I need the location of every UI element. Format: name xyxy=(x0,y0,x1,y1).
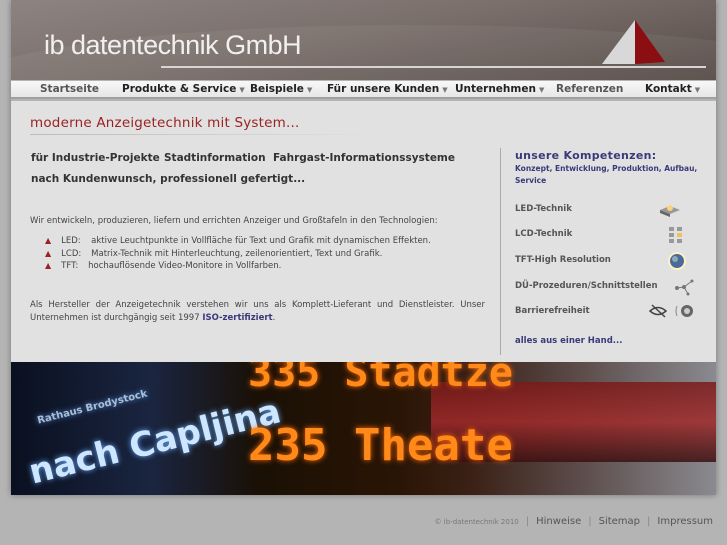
logo-text[interactable]: ib datentechnik GmbH xyxy=(44,30,302,61)
nav-label: Unternehmen xyxy=(455,83,536,95)
banner-blue-text: nach Capljina xyxy=(24,391,285,493)
iso-link[interactable]: ISO-zertifiziert xyxy=(202,313,272,323)
tech-label: TFT: xyxy=(61,261,79,271)
nav-label: Für unsere Kunden xyxy=(327,83,440,95)
sidebar-title: unsere Kompetenzen: xyxy=(515,149,657,162)
chevron-down-icon: ▼ xyxy=(694,86,701,94)
tft-globe-icon[interactable] xyxy=(666,252,688,270)
sidebar-item-interfaces[interactable]: DÜ-Prozeduren/Schnittstellen xyxy=(515,281,658,291)
footer-link-impressum[interactable]: Impressum xyxy=(657,516,713,527)
header-line xyxy=(161,66,706,68)
separator: | xyxy=(588,516,592,527)
network-icon[interactable] xyxy=(674,278,696,296)
nav-beispiele[interactable]: Beispiele ▼ xyxy=(250,83,312,95)
sidebar-divider xyxy=(500,148,501,355)
bullet-triangle-icon: ▲ xyxy=(45,249,52,258)
banner-led-line2: 235 Theate xyxy=(248,420,513,471)
lcd-matrix-icon[interactable] xyxy=(667,226,689,244)
nav-referenzen[interactable]: Referenzen xyxy=(556,83,623,95)
tech-text: Matrix-Technik mit Hinterleuchtung, zeil… xyxy=(91,249,383,259)
accessibility-icon[interactable] xyxy=(649,302,695,320)
nav-startseite[interactable]: Startseite xyxy=(40,83,99,95)
banner-blue-small: Rathaus Brodystock xyxy=(36,388,149,427)
nav-kontakt[interactable]: Kontakt ▼ xyxy=(645,83,700,95)
sidebar-item-led[interactable]: LED-Technik xyxy=(515,204,572,214)
nav-label: Startseite xyxy=(40,83,99,95)
logo-triangle-icon xyxy=(602,20,665,64)
chevron-down-icon: ▼ xyxy=(306,86,313,94)
outro-end: . xyxy=(272,313,276,323)
banner-image: nach Capljina Rathaus Brodystock 335 Sta… xyxy=(11,362,716,495)
main-content: moderne Anzeigetechnik mit System... für… xyxy=(11,101,716,362)
nav-unternehmen[interactable]: Unternehmen ▼ xyxy=(455,83,544,95)
nav-produkte[interactable]: Produkte & Service ▼ xyxy=(122,83,245,95)
sidebar-item-tft[interactable]: TFT-High Resolution xyxy=(515,255,611,265)
separator: | xyxy=(647,516,651,527)
page-container: ib datentechnik GmbH Startseite Produkte… xyxy=(11,0,716,495)
copyright: © ib-datentechnik 2010 xyxy=(434,518,519,526)
tech-list-item: ▲ LED: aktive Leuchtpunkte in Vollfläche f… xyxy=(45,236,431,246)
sidebar-subtitle: Konzept, Entwicklung, Produktion, Aufbau… xyxy=(515,164,698,185)
header: ib datentechnik GmbH xyxy=(11,0,716,80)
headline: moderne Anzeigetechnik mit System... xyxy=(30,115,300,131)
intro-text: Wir entwickeln, produzieren, liefern und… xyxy=(30,216,438,226)
keyword: Stadtinformation xyxy=(164,152,266,164)
bullet-triangle-icon: ▲ xyxy=(45,236,52,245)
tech-list-item: ▲ LCD: Matrix-Technik mit Hinterleuchtung,… xyxy=(45,249,382,259)
nav-label: Referenzen xyxy=(556,83,624,95)
keyword: Fahrgast-Informationssysteme xyxy=(273,152,455,164)
nav-label: Beispiele xyxy=(250,83,304,95)
tech-label: LCD: xyxy=(61,249,82,259)
tech-text: hochauflösende Video-Monitore in Vollfar… xyxy=(88,261,282,271)
banner-led-line1: 335 Stadtze xyxy=(248,362,513,396)
chevron-down-icon: ▼ xyxy=(538,86,545,94)
nav-label: Produkte & Service xyxy=(122,83,237,95)
bullet-triangle-icon: ▲ xyxy=(45,261,52,270)
tech-text: aktive Leuchtpunkte in Vollfläche für Te… xyxy=(91,236,431,246)
sidebar-item-accessibility[interactable]: Barrierefreiheit xyxy=(515,306,590,316)
chevron-down-icon: ▼ xyxy=(442,86,448,94)
separator: | xyxy=(525,516,530,527)
more-link[interactable]: alles aus einer Hand... xyxy=(515,336,622,346)
chevron-down-icon: ▼ xyxy=(239,86,245,94)
headline-divider xyxy=(30,134,380,135)
tech-label: LED: xyxy=(61,236,81,246)
outro-text: Als Hersteller der Anzeigetechnik verste… xyxy=(30,299,485,325)
keyword: für Industrie-Projekte xyxy=(31,152,160,164)
keyword: nach Kundenwunsch, professionell geferti… xyxy=(31,173,306,185)
led-chip-icon[interactable] xyxy=(659,200,681,218)
footer: © ib-datentechnik 2010 | Hinweise | Sitemap |… xyxy=(435,516,713,527)
nav-kunden[interactable]: Für unsere Kunden ▼ xyxy=(327,83,448,95)
sidebar-item-lcd[interactable]: LCD-Technik xyxy=(515,229,572,239)
footer-link-sitemap[interactable]: Sitemap xyxy=(599,516,640,527)
footer-link-hinweise[interactable]: Hinweise xyxy=(536,516,581,527)
main-nav: Startseite Produkte & Service ▼ Beispiele… xyxy=(11,81,716,99)
nav-label: Kontakt xyxy=(645,83,692,95)
tech-list-item: ▲ TFT: hochauflösende Video-Monitore in Vo… xyxy=(45,261,281,271)
